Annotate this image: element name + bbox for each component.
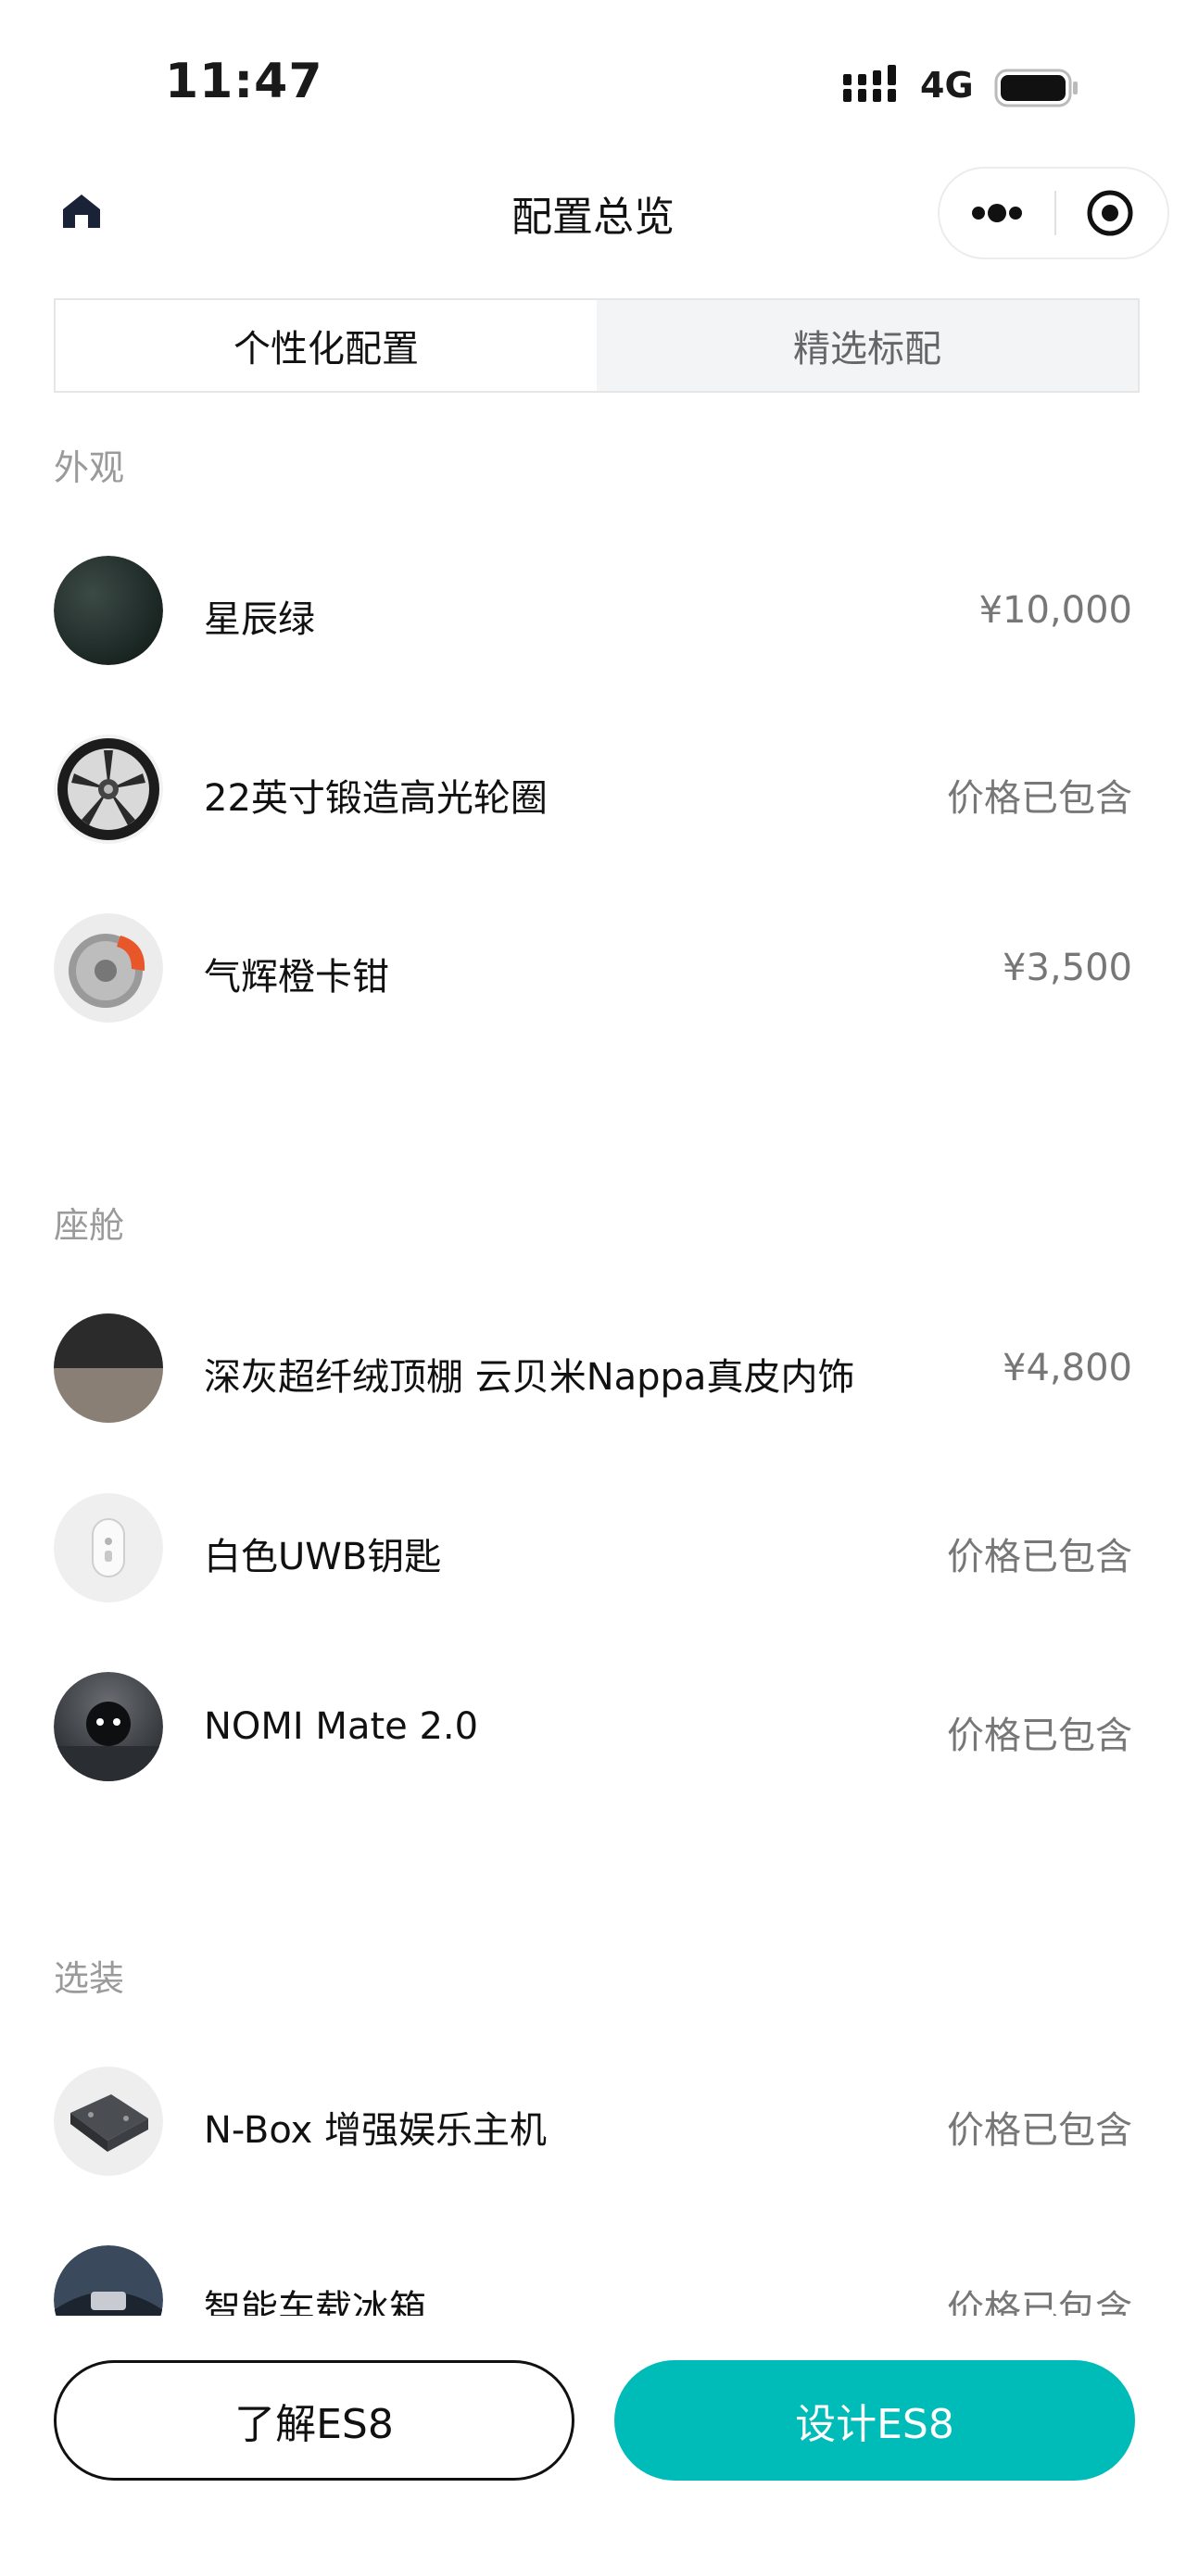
battery-icon: [994, 69, 1078, 107]
tab-standard[interactable]: 精选标配: [597, 300, 1138, 391]
item-price: 价格已包含: [947, 777, 1132, 820]
wheel-icon: [54, 735, 163, 844]
more-button[interactable]: [940, 169, 1054, 258]
network-type: 4G: [920, 65, 974, 106]
interior-swatch-icon: [54, 1313, 163, 1423]
learn-es8-button[interactable]: 了解ES8: [54, 2360, 574, 2481]
list-item[interactable]: 深灰超纤绒顶棚 云贝米Nappa真皮内饰 ¥4,800: [0, 1313, 1186, 1425]
item-price: ¥4,800: [1003, 1347, 1132, 1389]
item-name: 22英寸锻造高光轮圈: [204, 777, 548, 820]
list-item[interactable]: N-Box 增强娱乐主机 价格已包含: [0, 2067, 1186, 2178]
list-item[interactable]: 白色UWB钥匙 价格已包含: [0, 1493, 1186, 1604]
list-item[interactable]: 22英寸锻造高光轮圈 价格已包含: [0, 735, 1186, 846]
item-name: 深灰超纤绒顶棚 云贝米Nappa真皮内饰: [204, 1356, 855, 1399]
target-close-icon: [1087, 190, 1133, 236]
nbox-icon: [54, 2067, 163, 2176]
close-miniprogram-button[interactable]: [1056, 169, 1167, 258]
item-name: 气辉橙卡钳: [204, 956, 389, 999]
section-title-cabin: 座舱: [54, 1205, 125, 1246]
config-tabs: 个性化配置 精选标配: [54, 298, 1140, 393]
more-dots-icon: [972, 204, 1022, 222]
design-es8-button[interactable]: 设计ES8: [614, 2360, 1135, 2481]
status-time: 11:47: [165, 54, 323, 109]
item-name: 星辰绿: [204, 598, 315, 641]
item-price: 价格已包含: [947, 2109, 1132, 2152]
item-price: ¥10,000: [978, 589, 1132, 632]
bottom-action-bar: 了解ES8 设计ES8: [0, 2316, 1186, 2576]
item-price: 价格已包含: [947, 1536, 1132, 1578]
signal-strength-icon: [843, 65, 896, 102]
mini-program-capsule: [938, 167, 1169, 259]
status-bar: 11:47 4G: [0, 0, 1186, 139]
item-name: 白色UWB钥匙: [204, 1536, 442, 1578]
nomi-icon: [54, 1672, 163, 1781]
tab-personalized[interactable]: 个性化配置: [56, 300, 597, 391]
list-item[interactable]: 星辰绿 ¥10,000: [0, 556, 1186, 667]
section-title-exterior: 外观: [54, 447, 125, 488]
config-list[interactable]: 外观 星辰绿 ¥10,000 22英寸锻造高光轮圈 价格已包含 气辉橙卡钳 ¥3…: [0, 408, 1186, 2316]
list-item[interactable]: 智能车载冰箱 价格已包含: [0, 2245, 1186, 2316]
nav-bar: 配置总览: [0, 157, 1186, 269]
green-paint-swatch-icon: [54, 556, 163, 665]
uwb-key-icon: [54, 1493, 163, 1602]
list-item[interactable]: NOMI Mate 2.0 价格已包含: [0, 1672, 1186, 1783]
section-title-options: 选装: [54, 1958, 125, 1999]
list-item[interactable]: 气辉橙卡钳 ¥3,500: [0, 913, 1186, 1024]
item-name: N-Box 增强娱乐主机: [204, 2109, 547, 2152]
item-price: 价格已包含: [947, 2288, 1132, 2316]
orange-caliper-icon: [54, 913, 163, 1023]
item-price: ¥3,500: [1003, 947, 1132, 989]
item-name: NOMI Mate 2.0: [204, 1705, 479, 1748]
item-name: 智能车载冰箱: [204, 2288, 426, 2316]
fridge-icon: [54, 2245, 163, 2316]
item-price: 价格已包含: [947, 1715, 1132, 1757]
